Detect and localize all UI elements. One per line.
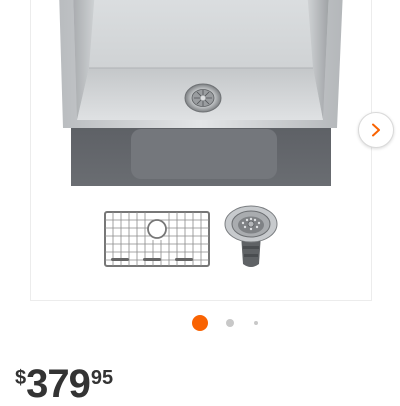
product-price: $ 379 95: [15, 364, 113, 404]
next-image-button[interactable]: [358, 112, 394, 148]
carousel-dots: [0, 312, 400, 334]
bottom-grid-thumbnail[interactable]: [103, 210, 213, 270]
price-currency: $: [15, 367, 27, 389]
carousel-dot-2[interactable]: [226, 319, 234, 327]
strainer-thumbnail[interactable]: [221, 202, 281, 272]
chevron-right-icon: [372, 123, 380, 137]
product-image-card: [30, 0, 394, 301]
carousel-dot-3[interactable]: [254, 321, 258, 325]
price-cents: 95: [90, 367, 114, 389]
carousel-dot-1-active[interactable]: [192, 315, 208, 331]
price-dollars: 379: [26, 362, 91, 406]
